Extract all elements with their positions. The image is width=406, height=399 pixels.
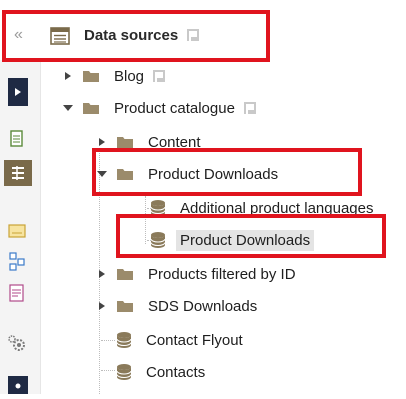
panel-title: Data sources [84,27,200,44]
tree-item-blog[interactable]: Blog [62,64,166,88]
user-icon [15,383,21,389]
database-icon [116,364,132,380]
forms-icon[interactable] [6,282,28,304]
tree-item-product-catalogue[interactable]: Product catalogue [62,96,257,120]
tree-guide-line [145,196,146,244]
tree-item-label: Content [148,133,201,151]
tree-item-content[interactable]: Content [96,130,201,154]
settings-gears-icon[interactable] [6,332,28,354]
folder-icon [117,301,133,312]
document-icon[interactable] [6,128,28,150]
folder-icon [83,71,99,82]
data-sources-rail-button[interactable] [4,160,32,186]
tree-item-label: Product Downloads [176,229,315,251]
tree-item-contacts[interactable]: Contacts [116,360,205,384]
folder-icon [117,137,133,148]
tree-guide-line [101,370,115,371]
database-icon [150,232,166,248]
tree-item-contact-flyout[interactable]: Contact Flyout [116,328,243,352]
tree-item-product-downloads-folder[interactable]: Product Downloads [96,162,278,186]
tree-item-label: Contact Flyout [146,331,243,349]
left-toolbar [0,60,41,394]
panel-title-text: Data sources [84,27,179,44]
tree-item-product-downloads-source[interactable]: Product Downloads [150,228,315,252]
triangle-right-icon[interactable] [96,136,108,148]
database-icon [150,200,166,216]
tree-item-products-filtered-by-id[interactable]: Products filtered by ID [96,262,296,286]
triangle-right-icon [15,88,21,96]
tree-item-label: Additional product languages [180,199,374,217]
database-icon [116,332,132,348]
triangle-down-icon[interactable] [96,168,108,180]
tree-guide-line [101,340,115,341]
tree-item-label: Contacts [146,363,206,381]
tree-item-label: Product Downloads [148,165,279,183]
triangle-down-icon[interactable] [62,102,74,114]
flag-icon[interactable] [186,28,200,42]
folder-icon [117,269,133,280]
expand-rail-button[interactable] [8,78,28,106]
data-sources-icon [50,27,70,45]
data-sources-tree: Blog Product catalogue Content Product D… [40,60,406,394]
tree-item-label: Blog [114,67,145,85]
folder-icon [83,103,99,114]
triangle-right-icon[interactable] [62,70,74,82]
folder-icon [117,169,133,180]
user-rail-button[interactable] [8,376,28,394]
media-icon[interactable] [6,220,28,242]
collapse-panel-button[interactable]: « [14,26,23,44]
tree-item-label: SDS Downloads [148,297,258,315]
tree-item-additional-product-languages[interactable]: Additional product languages [150,196,373,220]
triangle-right-icon[interactable] [96,300,108,312]
flag-icon[interactable] [243,101,257,115]
tree-item-sds-downloads[interactable]: SDS Downloads [96,294,257,318]
triangle-right-icon[interactable] [96,268,108,280]
table-icon [12,166,24,180]
tree-item-label: Product catalogue [114,99,235,117]
tree-item-label: Products filtered by ID [148,265,296,283]
flag-icon[interactable] [152,69,166,83]
structure-icon[interactable] [6,250,28,272]
